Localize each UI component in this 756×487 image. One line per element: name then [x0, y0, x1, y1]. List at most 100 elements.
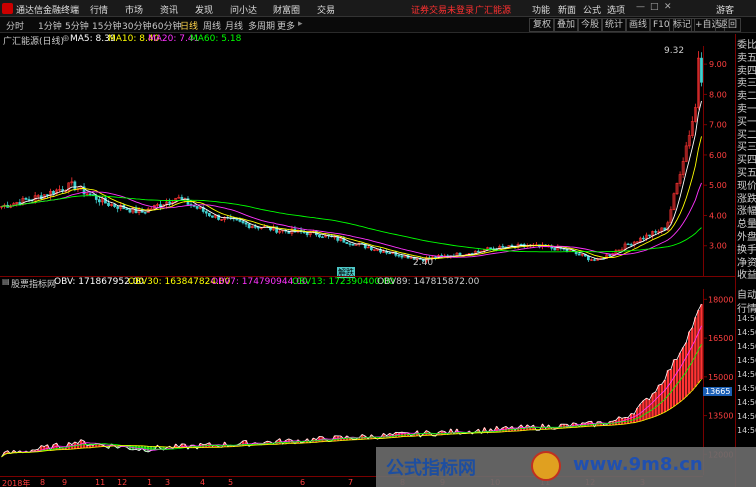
candle-body: [107, 202, 110, 206]
candle-body: [648, 234, 651, 237]
app-title: 通达信金融终端: [16, 6, 80, 16]
date-tick-label: 12: [117, 478, 128, 487]
obv-tick-label: 16500: [708, 334, 733, 343]
login-status[interactable]: 证券交易未登录: [411, 3, 474, 16]
tab-monthly[interactable]: 月线: [225, 19, 243, 32]
tab-intraday[interactable]: 分时: [6, 19, 24, 32]
candle-body: [195, 206, 199, 209]
candle-body: [626, 243, 630, 246]
candle-body: [654, 231, 657, 233]
candle-body: [345, 242, 349, 245]
candle-body: [143, 212, 147, 214]
candle-body: [351, 243, 355, 246]
ma60-line: [1, 195, 702, 253]
tick-time-label: 14:50: [737, 356, 756, 365]
date-tick-label: 7: [348, 478, 354, 487]
candle-body: [501, 245, 505, 248]
menu-formula[interactable]: 公式: [583, 3, 601, 16]
price-tick-label: 4.00: [709, 211, 727, 220]
ma20-line: [1, 182, 702, 258]
candle-body: [208, 212, 211, 217]
stock-tab[interactable]: 广汇能源: [475, 3, 511, 16]
candle-body: [348, 243, 352, 245]
high-price-label: 9.32: [664, 46, 685, 56]
obv-tick-label: 13500: [708, 412, 733, 421]
tick-time-label: 14:50: [737, 426, 756, 435]
candlestick-chart[interactable]: [0, 46, 703, 276]
maximize-icon[interactable]: □: [650, 2, 659, 12]
menu-options[interactable]: 选项: [607, 3, 625, 16]
date-tick-label: 6: [300, 478, 306, 487]
app-logo-icon: [2, 3, 13, 14]
overlay-button[interactable]: 叠加: [553, 18, 580, 32]
tab-1min[interactable]: 1分钟: [38, 19, 62, 32]
indicator-settings-icon[interactable]: ▤: [2, 277, 10, 286]
tab-60min[interactable]: 60分钟: [152, 19, 181, 32]
menu-new-page[interactable]: 新面: [558, 3, 576, 16]
date-tick-label: 5: [228, 478, 234, 487]
tab-30min[interactable]: 30分钟: [122, 19, 151, 32]
draw-button[interactable]: 画线: [625, 18, 652, 32]
menu-news[interactable]: 资讯: [160, 3, 178, 16]
price-axis: 9.00 8.00 7.00 6.00 5.00 4.00 3.00: [703, 46, 727, 276]
more-chevron-icon[interactable]: ▸: [298, 19, 303, 29]
watermark-left-text: 公式指标网: [386, 458, 476, 479]
ma10-line: [1, 136, 702, 259]
candle-body: [244, 222, 248, 225]
candle-body: [235, 218, 239, 221]
menu-wealth[interactable]: 财富圈: [273, 3, 300, 16]
candle-body: [241, 221, 245, 224]
tick-time-label: 14:50: [737, 342, 756, 351]
candle-body: [97, 199, 101, 203]
menu-ask[interactable]: 问小达: [230, 3, 257, 16]
tab-15min[interactable]: 15分钟: [92, 19, 121, 32]
indicator-chevron-icon[interactable]: ⊕: [62, 34, 70, 44]
candle-body: [318, 234, 321, 238]
menu-trade[interactable]: 交易: [317, 3, 335, 16]
candle-body: [180, 196, 184, 200]
obv-tick-label: 15000: [708, 373, 733, 382]
title-bar: 通达信金融终端 行情 市场 资讯 发现 问小达 财富圈 交易 证券交易未登录 广…: [0, 0, 756, 17]
candle-body: [321, 236, 324, 238]
ma5-line: [1, 100, 702, 260]
low-price-label: 2.40: [413, 258, 434, 268]
candle-body: [27, 199, 31, 201]
back-button[interactable]: 返回: [715, 18, 742, 32]
tab-more[interactable]: 更多: [277, 19, 295, 32]
price-tick-label: 6.00: [709, 151, 727, 160]
watermark-right-text: www.9m8.cn: [573, 454, 703, 475]
candle-body: [397, 255, 401, 257]
tab-5min[interactable]: 5分钟: [65, 19, 89, 32]
menu-market[interactable]: 市场: [125, 3, 143, 16]
candle-body: [238, 219, 242, 222]
date-tick-label: 2018年: [2, 479, 31, 487]
obv-tick-label: 18000: [708, 295, 733, 304]
candle-body: [608, 254, 612, 256]
candle-body: [211, 215, 214, 218]
tab-daily[interactable]: 日线: [180, 19, 198, 32]
guest-user[interactable]: 游客: [716, 3, 734, 16]
date-tick-label: 8: [40, 478, 46, 487]
obv-line-0: [1, 303, 702, 458]
close-icon[interactable]: ✕: [664, 2, 672, 12]
date-tick-label: 9: [62, 478, 68, 487]
price-tick-label: 3.00: [709, 242, 727, 251]
candle-body: [489, 247, 492, 250]
candle-body: [519, 244, 523, 246]
period-toolbar: 分时 1分钟 5分钟 15分钟 30分钟 60分钟 日线 周线 月线 多周期 更…: [0, 17, 756, 33]
date-tick-label: 3: [165, 478, 171, 487]
tab-multi-period[interactable]: 多周期: [248, 19, 275, 32]
menu-quotes[interactable]: 行情: [90, 3, 108, 16]
candle-body: [388, 252, 392, 255]
stock-button[interactable]: 今股: [577, 18, 604, 32]
menu-discover[interactable]: 发现: [195, 3, 213, 16]
menu-function[interactable]: 功能: [532, 3, 550, 16]
candle-body: [204, 211, 208, 214]
candle-body: [593, 259, 596, 261]
adjust-button[interactable]: 复权: [529, 18, 556, 32]
obv-current-badge: 13665: [703, 387, 733, 396]
stats-button[interactable]: 统计: [601, 18, 628, 32]
tab-weekly[interactable]: 周线: [203, 19, 221, 32]
minimize-icon[interactable]: —: [636, 2, 645, 12]
tick-time-label: 14:50: [737, 412, 756, 421]
